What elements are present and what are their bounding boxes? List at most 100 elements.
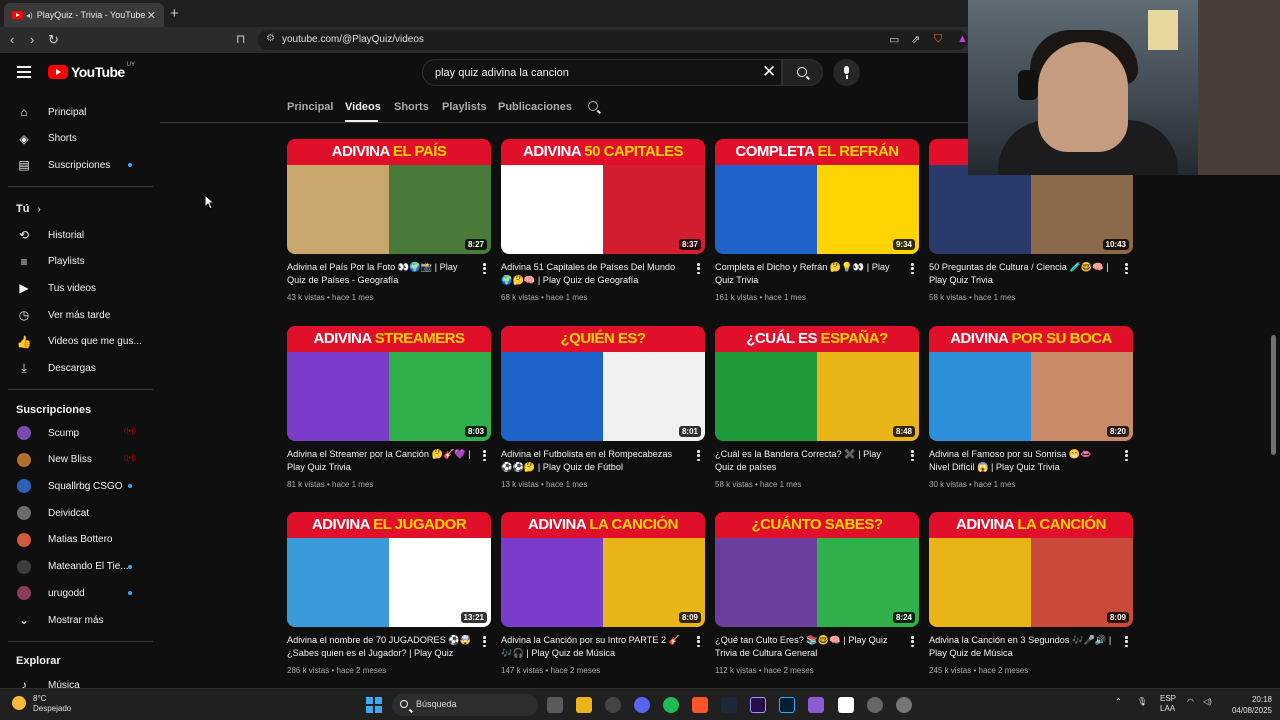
search-button[interactable]	[782, 59, 823, 86]
windows-start-icon[interactable]	[366, 697, 382, 713]
file-explorer-icon[interactable]	[576, 697, 592, 713]
more-actions-icon[interactable]	[911, 636, 914, 648]
more-actions-icon[interactable]	[1125, 636, 1128, 648]
photoshop-icon[interactable]	[779, 697, 795, 713]
reload-icon[interactable]: ↻	[48, 32, 59, 48]
settings-icon[interactable]	[896, 697, 912, 713]
back-icon[interactable]: ‹	[10, 32, 14, 47]
video-thumbnail[interactable]: ADIVINA EL JUGADOR 13:21	[287, 512, 491, 627]
brave-shield-icon[interactable]: ⛉	[934, 33, 942, 46]
page-scrollbar[interactable]	[1271, 335, 1276, 455]
video-thumbnail[interactable]: ¿CUÁL ES ESPAÑA? 8:48	[715, 326, 919, 441]
browser-tab[interactable]: ◂) PlayQuiz - Trivia - YouTube ✕	[4, 3, 164, 27]
video-card[interactable]: ¿CUÁL ES ESPAÑA? 8:48 ¿Cuál es la Bandera …	[715, 326, 919, 489]
cast-icon[interactable]: ▭	[889, 33, 899, 46]
video-title[interactable]: Completa el Dicho y Refrán 🤔💡👀 | Play Qu…	[715, 261, 900, 287]
steam-icon[interactable]	[721, 697, 737, 713]
subscription-item[interactable]: Matias Bottero	[0, 527, 155, 553]
subscription-item[interactable]: Deividcat	[0, 500, 155, 526]
github-icon[interactable]	[605, 697, 621, 713]
video-thumbnail[interactable]: ADIVINA EL PAÍS 8:27	[287, 139, 491, 254]
subscription-item[interactable]: Mateando El Tie...	[0, 554, 155, 580]
video-card[interactable]: ADIVINA LA CANCIÓN 8:09 Adivina la Canción…	[929, 512, 1133, 675]
more-actions-icon[interactable]	[483, 636, 486, 648]
sidebar-item[interactable]: 👍 Videos que me gus...	[0, 329, 155, 355]
sidebar-item[interactable]: ◷ Ver más tarde	[0, 302, 155, 328]
premiere-icon[interactable]	[750, 697, 766, 713]
subscription-item[interactable]: New Bliss ((•))	[0, 447, 155, 473]
video-title[interactable]: Adivina el nombre de 70 JUGADORES ⚽🤯 ¿Sa…	[287, 634, 472, 660]
site-info-icon[interactable]: ⚙	[266, 33, 275, 44]
subscription-item[interactable]: Squallrbg CSGO	[0, 473, 155, 499]
wifi-icon[interactable]: ◠	[1187, 697, 1194, 706]
more-actions-icon[interactable]	[483, 450, 486, 462]
video-title[interactable]: 50 Preguntas de Cultura / Ciencia 🧪🤓🧠 | …	[929, 261, 1114, 287]
video-title[interactable]: ¿Qué tan Culto Eres? 📚🤓🧠 | Play Quiz Tri…	[715, 634, 900, 660]
video-thumbnail[interactable]: ADIVINA LA CANCIÓN 8:09	[501, 512, 705, 627]
clear-search-icon[interactable]: ✕	[762, 62, 776, 82]
more-actions-icon[interactable]	[911, 263, 914, 275]
subscription-item[interactable]: urugodd	[0, 580, 155, 606]
channel-tab[interactable]: Playlists	[442, 101, 487, 113]
channel-tab[interactable]: Shorts	[394, 101, 429, 113]
video-card[interactable]: ADIVINA LA CANCIÓN 8:09 Adivina la Canción…	[501, 512, 705, 675]
more-actions-icon[interactable]	[697, 636, 700, 648]
mic-tray-icon[interactable]: 🎙	[1137, 697, 1147, 706]
search-input[interactable]: play quiz adivina la cancion	[422, 59, 782, 86]
rewards-icon[interactable]: ▲	[957, 33, 968, 45]
more-actions-icon[interactable]	[483, 263, 486, 275]
sidebar-item[interactable]: ▶ Tus videos	[0, 275, 155, 301]
language-indicator[interactable]: ESP LAA	[1160, 694, 1176, 714]
obs-icon[interactable]	[867, 697, 883, 713]
video-title[interactable]: Adivina 51 Capitales de Países Del Mundo…	[501, 261, 686, 287]
video-thumbnail[interactable]: ADIVINA STREAMERS 8:03	[287, 326, 491, 441]
more-actions-icon[interactable]	[1125, 263, 1128, 275]
channel-tab[interactable]: Principal	[287, 101, 333, 113]
volume-icon[interactable]: ◁)	[1203, 697, 1212, 706]
forward-icon[interactable]: ›	[30, 32, 34, 47]
video-thumbnail[interactable]: ADIVINA POR SU BOCA 8:20	[929, 326, 1133, 441]
video-thumbnail[interactable]: ADIVINA 50 CAPITALES 8:37	[501, 139, 705, 254]
brave-icon[interactable]	[692, 697, 708, 713]
channel-tab[interactable]: Publicaciones	[498, 101, 572, 113]
taskbar-search[interactable]: Búsqueda	[392, 694, 538, 716]
more-actions-icon[interactable]	[697, 263, 700, 275]
close-tab-icon[interactable]: ✕	[147, 9, 156, 22]
video-card[interactable]: ADIVINA EL PAÍS 8:27 Adivina el País Por l…	[287, 139, 491, 302]
speaker-icon[interactable]: ◂)	[26, 11, 33, 20]
sidebar-item[interactable]: ◈ Shorts	[0, 126, 155, 152]
sidebar-item[interactable]: ⌂ Principal	[0, 99, 155, 125]
video-card[interactable]: ADIVINA POR SU BOCA 8:20 Adivina el Famoso…	[929, 326, 1133, 489]
bookmark-icon[interactable]: ⊓	[236, 32, 245, 46]
video-card[interactable]: ¿CUÁNTO SABES? 8:24 ¿Qué tan Culto Eres? 📚…	[715, 512, 919, 675]
capcut-icon[interactable]	[838, 697, 854, 713]
sidebar-item[interactable]: ⤓ Descargas	[0, 356, 155, 382]
spotify-icon[interactable]	[663, 697, 679, 713]
clock[interactable]: 20:18 04/08/2025	[1222, 694, 1272, 716]
more-actions-icon[interactable]	[1125, 450, 1128, 462]
video-card[interactable]: COMPLETA EL REFRÁN 9:34 Completa el Dicho …	[715, 139, 919, 302]
channel-tab[interactable]: Videos	[345, 101, 381, 113]
video-thumbnail[interactable]: ¿QUIÉN ES? 8:01	[501, 326, 705, 441]
video-title[interactable]: Adivina el País Por la Foto 👀🌍📸 | Play Q…	[287, 261, 472, 287]
video-title[interactable]: Adivina la Canción por su Intro PARTE 2 …	[501, 634, 686, 660]
video-thumbnail[interactable]: COMPLETA EL REFRÁN 9:34	[715, 139, 919, 254]
video-card[interactable]: ¿QUIÉN ES? 8:01 Adivina el Futbolista en e…	[501, 326, 705, 489]
video-thumbnail[interactable]: ADIVINA LA CANCIÓN 8:09	[929, 512, 1133, 627]
show-more-button[interactable]: ⌄ Mostrar más	[0, 607, 155, 633]
video-card[interactable]: ADIVINA STREAMERS 8:03 Adivina el Streamer…	[287, 326, 491, 489]
more-actions-icon[interactable]	[911, 450, 914, 462]
video-card[interactable]: ADIVINA EL JUGADOR 13:21 Adivina el nombre…	[287, 512, 491, 675]
menu-icon[interactable]	[17, 66, 31, 78]
video-title[interactable]: ¿Cuál es la Bandera Correcta? ✖️ | Play …	[715, 448, 900, 474]
url-field[interactable]: ⚙ youtube.com/@PlayQuiz/videos	[258, 30, 968, 50]
video-card[interactable]: ADIVINA 50 CAPITALES 8:37 Adivina 51 Capit…	[501, 139, 705, 302]
voice-search-icon[interactable]	[833, 59, 860, 86]
discord-icon[interactable]	[634, 697, 650, 713]
video-thumbnail[interactable]: ¿CUÁNTO SABES? 8:24	[715, 512, 919, 627]
new-tab-icon[interactable]: +	[170, 5, 179, 22]
sidebar-item[interactable]: ▤ Suscripciones	[0, 152, 155, 178]
sidebar-you-heading[interactable]: Tú ›	[0, 196, 155, 222]
subscription-item[interactable]: Scump ((•))	[0, 420, 155, 446]
more-actions-icon[interactable]	[697, 450, 700, 462]
